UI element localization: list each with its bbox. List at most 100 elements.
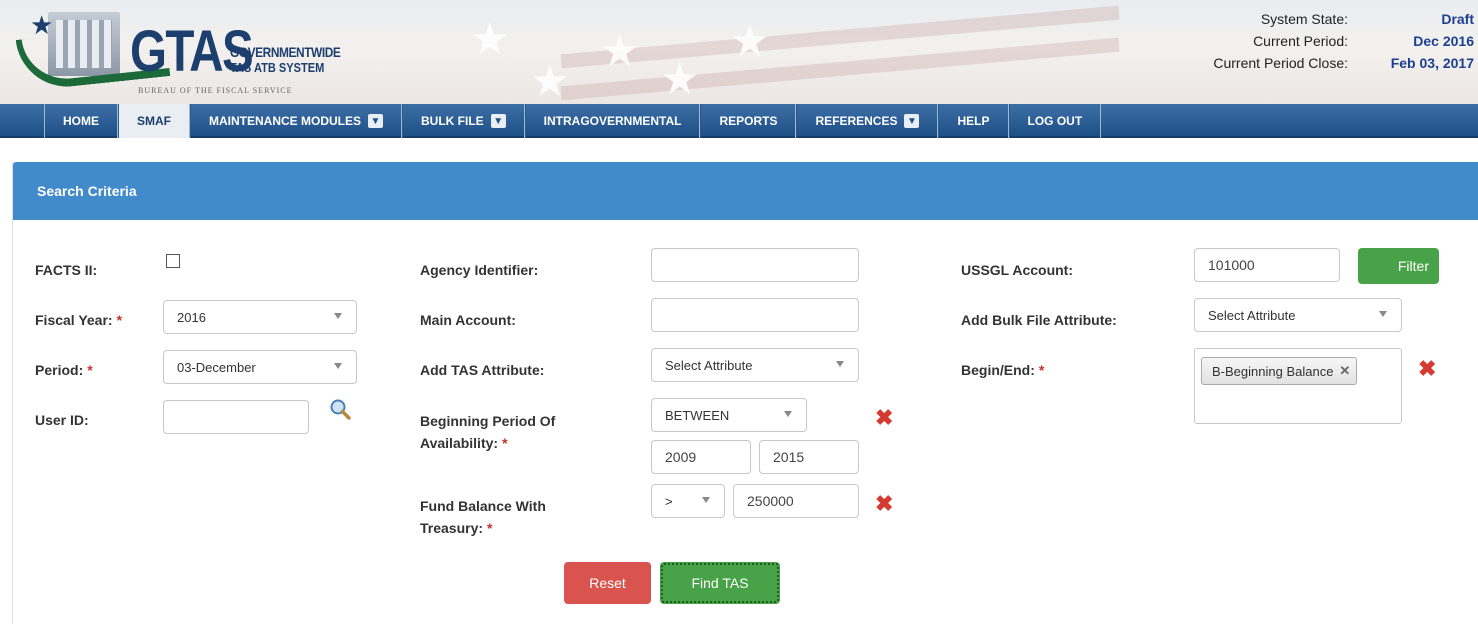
agency-id-input[interactable] (651, 248, 859, 282)
nav-label: LOG OUT (1027, 114, 1083, 128)
user-id-input[interactable] (163, 400, 309, 434)
bpoa-to-input[interactable]: 2015 (759, 440, 859, 474)
required-marker: * (487, 520, 493, 536)
period-close-value: Feb 03, 2017 (1390, 55, 1474, 71)
nav-help[interactable]: HELP (938, 104, 1009, 138)
nav-label: SMAF (137, 114, 171, 128)
caret-down-icon (784, 411, 792, 417)
flag-star-icon: ★ (530, 57, 570, 104)
system-state-label: System State: (1260, 11, 1348, 27)
fiscal-year-select[interactable]: 2016 (163, 300, 357, 334)
begin-end-tag-label: B-Beginning Balance (1212, 363, 1334, 379)
period-label-text: Period: (35, 362, 84, 378)
agency-id-label: Agency Identifier: (420, 262, 539, 278)
main-account-label: Main Account: (420, 312, 516, 328)
system-state-value: Draft (1441, 11, 1474, 27)
fiscal-year-value: 2016 (177, 309, 206, 325)
header-banner: ★ ★ ★ ★ ★ ★ GTAS GOVERNMENTWIDE TAS ATB … (0, 0, 1478, 104)
flag-stripe (560, 5, 1120, 69)
begin-end-tag: B-Beginning Balance ✕ (1201, 357, 1358, 385)
ussgl-account-label: USSGL Account: (961, 262, 1074, 278)
fiscal-year-label-text: Fiscal Year: (35, 312, 113, 328)
nav-label: MAINTENANCE MODULES (209, 114, 361, 128)
caret-down-icon (1379, 311, 1387, 317)
period-select[interactable]: 03-December (163, 350, 357, 384)
chevron-down-icon: ▼ (368, 114, 383, 128)
remove-fbwt-icon[interactable]: ✖ (875, 493, 893, 515)
bpoa-label: Beginning Period Of Availability: * (420, 410, 555, 454)
bpoa-label-line: Beginning Period Of (420, 413, 556, 429)
nav-label: REFERENCES (815, 114, 898, 128)
flag-star-icon: ★ (600, 27, 640, 76)
nav-intragovernmental[interactable]: INTRAGOVERNMENTAL (524, 104, 701, 138)
flag-star-icon: ★ (660, 55, 700, 104)
nav-references[interactable]: REFERENCES ▼ (796, 104, 939, 138)
nav-label: INTRAGOVERNMENTAL (543, 114, 682, 128)
find-tas-button[interactable]: Find TAS (660, 562, 780, 604)
bpoa-label-line-2: Availability: * (420, 432, 555, 454)
begin-end-multiselect[interactable]: B-Beginning Balance ✕ (1194, 348, 1402, 424)
star-icon: ★ (30, 10, 54, 40)
required-marker: * (87, 362, 93, 378)
caret-down-icon (836, 361, 844, 367)
filter-button[interactable]: Filter (1358, 248, 1439, 284)
nav-reports[interactable]: REPORTS (700, 104, 797, 138)
remove-begin-end-icon[interactable]: ✖ (1418, 358, 1436, 380)
caret-down-icon (702, 497, 710, 503)
fbwt-operator-select[interactable]: > (651, 484, 725, 518)
add-tas-attribute-value: Select Attribute (665, 357, 753, 373)
nav-smaf[interactable]: SMAF (118, 104, 190, 138)
period-value: 03-December (177, 359, 256, 375)
begin-end-label: Begin/End: * (961, 359, 1044, 381)
add-tas-attribute-select[interactable]: Select Attribute (651, 348, 859, 382)
remove-tag-icon[interactable]: ✕ (1339, 363, 1350, 379)
logo-subtitle: TAS ATB SYSTEM (230, 60, 325, 75)
caret-down-icon (334, 363, 342, 369)
nav-label: HELP (957, 114, 990, 128)
required-marker: * (1038, 362, 1045, 378)
remove-bpoa-icon[interactable]: ✖ (875, 407, 893, 429)
nav-log-out[interactable]: LOG OUT (1008, 104, 1102, 138)
period-close-label: Current Period Close: (1213, 55, 1348, 71)
search-icon[interactable] (329, 398, 351, 420)
required-marker: * (502, 435, 508, 451)
add-tas-attribute-label: Add TAS Attribute: (420, 362, 545, 378)
required-marker: * (116, 312, 123, 328)
logo-bureau: BUREAU OF THE FISCAL SERVICE (138, 86, 293, 95)
fbwt-label-line: Fund Balance With (420, 498, 546, 514)
nav-label: HOME (63, 114, 99, 128)
system-info: System State: Draft Current Period: Dec … (1038, 8, 1478, 74)
fbwt-value-input[interactable]: 250000 (733, 484, 859, 518)
fbwt-operator-value: > (665, 493, 673, 509)
nav-bulk-file[interactable]: BULK FILE ▼ (402, 104, 525, 138)
chevron-down-icon: ▼ (490, 114, 506, 128)
bpoa-operator-select[interactable]: BETWEEN (651, 398, 807, 432)
ussgl-account-input[interactable]: 101000 (1194, 248, 1340, 282)
logo-subtitle: GOVERNMENTWIDE (230, 44, 341, 60)
nav-home[interactable]: HOME (44, 104, 118, 138)
fbwt-label-line-2: Treasury: * (420, 517, 546, 539)
add-bulk-attribute-select[interactable]: Select Attribute (1194, 298, 1402, 332)
main-account-input[interactable] (651, 298, 859, 332)
search-criteria-panel: Search Criteria FACTS II: Fiscal Year: * … (12, 162, 1478, 624)
current-period-label: Current Period: (1253, 33, 1348, 49)
add-bulk-attribute-value: Select Attribute (1208, 307, 1296, 323)
bpoa-from-input[interactable]: 2009 (651, 440, 751, 474)
flag-star-icon: ★ (730, 17, 770, 66)
chevron-down-icon: ▼ (904, 114, 920, 128)
current-period-value: Dec 2016 (1413, 33, 1474, 49)
reset-button[interactable]: Reset (564, 562, 651, 604)
period-label: Period: * (35, 359, 93, 381)
fiscal-year-label: Fiscal Year: * (35, 309, 122, 331)
bpoa-operator-value: BETWEEN (665, 407, 730, 423)
fbwt-label-text: Treasury: (420, 520, 484, 536)
gtas-logo[interactable]: ★ GTAS GOVERNMENTWIDE TAS ATB SYSTEM BUR… (8, 4, 368, 104)
main-nav: HOME SMAF MAINTENANCE MODULES ▼ BULK FILE… (0, 104, 1478, 138)
flag-star-icon: ★ (470, 15, 510, 64)
facts2-checkbox[interactable] (166, 254, 180, 268)
bpoa-label-text: Availability: (420, 435, 499, 451)
panel-title: Search Criteria (13, 162, 1478, 220)
nav-label: REPORTS (719, 114, 778, 128)
nav-maintenance-modules[interactable]: MAINTENANCE MODULES ▼ (190, 104, 402, 138)
fbwt-label: Fund Balance With Treasury: * (420, 495, 546, 539)
